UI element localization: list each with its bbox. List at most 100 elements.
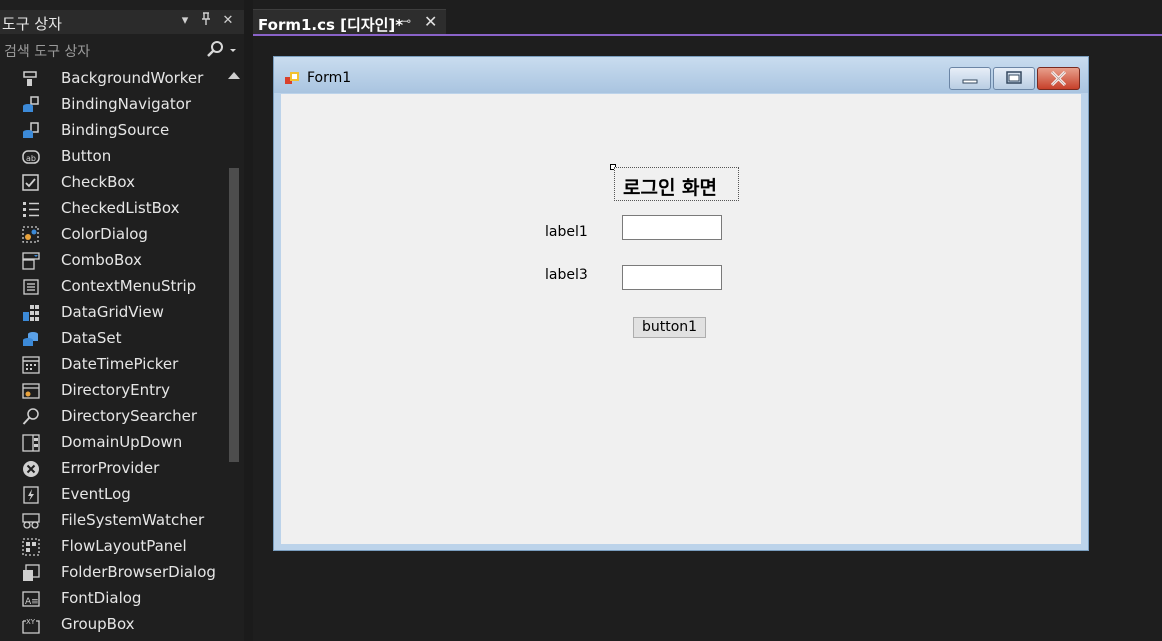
- toolbox-item[interactable]: EventLog: [0, 482, 224, 508]
- label3[interactable]: label3: [545, 267, 588, 283]
- toolbox-item-label: FolderBrowserDialog: [61, 563, 216, 581]
- groupbox-icon: XY: [22, 616, 40, 634]
- toolbox-item[interactable]: DomainUpDown: [0, 430, 224, 456]
- search-input[interactable]: 검색 도구 상자: [4, 41, 90, 61]
- toolbox-title: 도구 상자: [2, 15, 62, 33]
- toolbox-search[interactable]: 검색 도구 상자: [0, 37, 244, 63]
- datetimepicker-icon: [22, 356, 40, 374]
- svg-text:A≡: A≡: [25, 597, 39, 607]
- close-icon[interactable]: ✕: [219, 12, 237, 30]
- flowlayoutpanel-icon: [22, 538, 40, 556]
- toolbox-item[interactable]: A≡ FontDialog: [0, 586, 224, 612]
- toolbox-item[interactable]: FolderBrowserDialog: [0, 560, 224, 586]
- toolbox-header: 도구 상자 ▾ ✕: [0, 10, 244, 34]
- toolbox-item[interactable]: ColorDialog: [0, 222, 224, 248]
- toolbox-item-label: Button: [61, 147, 112, 165]
- toolbox-item[interactable]: ContextMenuStrip: [0, 274, 224, 300]
- toolbox-item-label: ContextMenuStrip: [61, 277, 197, 295]
- toolbox-item-label: DataSet: [61, 329, 122, 347]
- toolbox-item-label: FlowLayoutPanel: [61, 537, 187, 555]
- search-icon[interactable]: [206, 40, 238, 60]
- toolbox-item-label: DomainUpDown: [61, 433, 183, 451]
- label1[interactable]: label1: [545, 224, 588, 240]
- textbox2[interactable]: [622, 265, 722, 290]
- toolbox-item[interactable]: DataSet: [0, 326, 224, 352]
- form-icon: [285, 71, 301, 85]
- maximize-button[interactable]: [993, 67, 1035, 90]
- directory-searcher-icon: [22, 408, 40, 426]
- toolbox-item-label: ColorDialog: [61, 225, 148, 243]
- toolbox-item-label: BindingNavigator: [61, 95, 192, 113]
- document-area: Form1.cs [디자인]* ⊸ ✕ Form1 로그인 화면 label1 …: [253, 0, 1162, 641]
- toolbox-item[interactable]: ComboBox: [0, 248, 224, 274]
- error-provider-icon: [22, 460, 40, 478]
- eventlog-icon: [22, 486, 40, 504]
- filesystemwatcher-icon: [22, 512, 40, 530]
- toolbox-item-label: EventLog: [61, 485, 131, 503]
- toolbox-item[interactable]: CheckBox: [0, 170, 224, 196]
- toolbox-panel: 도구 상자 ▾ ✕ 검색 도구 상자 BackgroundWorker Bind…: [0, 0, 244, 641]
- toolbox-item-label: CheckedListBox: [61, 199, 180, 217]
- background-worker-icon: [22, 70, 40, 88]
- designer-form[interactable]: Form1 로그인 화면 label1 label3 button1: [273, 56, 1089, 551]
- form-title: Form1: [307, 70, 352, 86]
- toolbox-item[interactable]: BindingNavigator: [0, 92, 224, 118]
- toolbox-item-label: ComboBox: [61, 251, 142, 269]
- tab-form1-design[interactable]: Form1.cs [디자인]* ⊸ ✕: [253, 9, 446, 35]
- datagridview-icon: [22, 304, 40, 322]
- toolbox-item[interactable]: DirectorySearcher: [0, 404, 224, 430]
- toolbox-item-label: DateTimePicker: [61, 355, 179, 373]
- scroll-up-arrow-icon[interactable]: [228, 72, 240, 79]
- scroll-thumb[interactable]: [229, 168, 239, 462]
- ide-window: 도구 상자 ▾ ✕ 검색 도구 상자 BackgroundWorker Bind…: [0, 0, 1162, 641]
- close-window-button[interactable]: [1037, 67, 1080, 90]
- minimize-button[interactable]: [949, 67, 991, 90]
- close-icon[interactable]: ✕: [424, 12, 437, 31]
- toolbox-item-label: FileSystemWatcher: [61, 511, 205, 529]
- toolbox-item-label: FontDialog: [61, 589, 142, 607]
- pin-icon[interactable]: ⊸: [401, 14, 411, 28]
- binding-navigator-icon: [22, 96, 40, 114]
- context-menu-icon: [22, 278, 40, 296]
- toolbox-item[interactable]: BindingSource: [0, 118, 224, 144]
- heading-label[interactable]: 로그인 화면: [614, 167, 739, 201]
- toolbox-item-label: DirectorySearcher: [61, 407, 198, 425]
- tab-accent-line: [253, 34, 1162, 36]
- toolbox-item-label: DirectoryEntry: [61, 381, 171, 399]
- form-client-area: 로그인 화면 label1 label3 button1: [281, 94, 1081, 544]
- toolbox-item-label: CheckBox: [61, 173, 136, 191]
- toolbox-item-label: GroupBox: [61, 615, 135, 633]
- toolbox-item[interactable]: DirectoryEntry: [0, 378, 224, 404]
- toolbox-item[interactable]: DataGridView: [0, 300, 224, 326]
- form-titlebar[interactable]: Form1: [274, 57, 1088, 93]
- pin-icon[interactable]: [197, 12, 215, 30]
- toolbox-item[interactable]: FileSystemWatcher: [0, 508, 224, 534]
- toolbox-item[interactable]: ab Button: [0, 144, 224, 170]
- panel-splitter[interactable]: [244, 0, 253, 641]
- heading-text: 로그인 화면: [623, 177, 718, 199]
- toolbox-item-label: BackgroundWorker: [61, 69, 204, 87]
- toolbox-item[interactable]: FlowLayoutPanel: [0, 534, 224, 560]
- toolbox-item[interactable]: DateTimePicker: [0, 352, 224, 378]
- binding-source-icon: [22, 122, 40, 140]
- domain-updown-icon: [22, 434, 40, 452]
- toolbox-item-label: ErrorProvider: [61, 459, 160, 477]
- toolbox-item[interactable]: BackgroundWorker: [0, 66, 224, 92]
- toolbox-item-label: BindingSource: [61, 121, 170, 139]
- toolbox-item[interactable]: XY GroupBox: [0, 612, 224, 638]
- button1[interactable]: button1: [633, 317, 706, 338]
- combobox-icon: [22, 252, 40, 270]
- textbox1[interactable]: [622, 215, 722, 240]
- toolbox-item[interactable]: CheckedListBox: [0, 196, 224, 222]
- toolbox-scrollbar[interactable]: [224, 66, 244, 641]
- tab-label: Form1.cs [디자인]*: [258, 16, 404, 34]
- chevron-down-icon[interactable]: ▾: [176, 12, 194, 30]
- folder-browser-icon: [22, 564, 40, 582]
- svg-text:ab: ab: [26, 154, 36, 163]
- button-icon: ab: [22, 148, 40, 166]
- toolbox-item[interactable]: ErrorProvider: [0, 456, 224, 482]
- toolbox-item-label: DataGridView: [61, 303, 164, 321]
- directory-entry-icon: [22, 382, 40, 400]
- checked-listbox-icon: [22, 200, 40, 218]
- color-dialog-icon: [22, 226, 40, 244]
